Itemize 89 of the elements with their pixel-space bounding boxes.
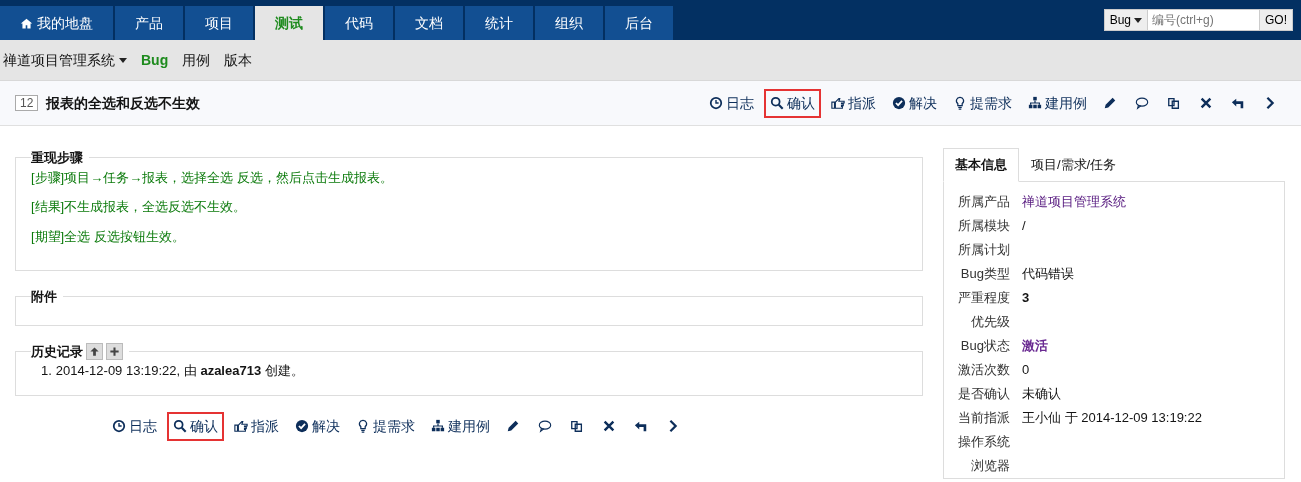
step-text: [步骤]项目→任务→报表，选择全选 反选，然后点击生成报表。 [31, 168, 394, 187]
up-arrow-icon [89, 345, 100, 357]
expand-button[interactable] [106, 342, 123, 360]
field-label: 激活次数 [957, 360, 1010, 379]
nav-tab[interactable]: 组织 [535, 6, 603, 40]
field-label: 是否确认 [957, 384, 1010, 403]
nav-tab[interactable]: 后台 [605, 6, 673, 40]
action-button[interactable]: 确认 [167, 411, 224, 441]
panel-tab[interactable]: 项目/需求/任务 [1019, 148, 1129, 182]
action-button[interactable]: 日志 [703, 88, 760, 118]
check-circle-icon [892, 96, 906, 110]
field-label: 浏览器 [970, 456, 1010, 475]
pencil-icon [1103, 96, 1117, 110]
action-button[interactable]: 建用例 [1022, 88, 1093, 118]
search-icon [173, 419, 187, 433]
go-button[interactable]: GO! [1260, 9, 1293, 31]
hierarchy-icon [431, 419, 445, 433]
nav-tab[interactable]: 测试 [255, 6, 323, 40]
sub-nav-link[interactable]: 用例 [182, 49, 211, 71]
section-legend: 历史记录 [31, 341, 83, 361]
field-label: 当前指派 [957, 408, 1010, 427]
product-link[interactable]: 禅道项目管理系统 [1022, 191, 1126, 212]
list-number: 1. [41, 362, 52, 380]
bulb-icon [953, 96, 967, 110]
check-circle-icon [295, 419, 309, 433]
bulb-icon [356, 419, 370, 433]
sub-nav-link[interactable]: 版本 [224, 49, 253, 71]
action-button[interactable]: 指派 [825, 88, 882, 118]
field-value: 激活 [1022, 336, 1048, 355]
caret-icon [1134, 17, 1142, 23]
product-dropdown[interactable]: 禅道项目管理系统 [3, 49, 127, 71]
comment-icon [538, 419, 552, 433]
panel-tab[interactable]: 基本信息 [943, 148, 1019, 182]
close-icon [1199, 96, 1213, 110]
field-label: 严重程度 [957, 288, 1010, 307]
field-label: 操作系统 [957, 432, 1010, 451]
action-button[interactable]: 解决 [289, 411, 346, 441]
field-label: Bug状态 [959, 336, 1010, 355]
back-arrow-icon [1231, 96, 1245, 110]
action-button[interactable]: 提需求 [947, 88, 1018, 118]
pencil-icon [506, 419, 520, 433]
nav-tab[interactable]: 我的地盘 [0, 6, 113, 40]
search-icon [770, 96, 784, 110]
thumb-icon [234, 419, 248, 433]
field-value: 王小仙 于 2014-12-09 13:19:22 [1022, 408, 1202, 427]
close-icon [602, 419, 616, 433]
home-icon [20, 16, 33, 30]
field-value: 未确认 [1022, 384, 1061, 403]
action-button[interactable]: 日志 [106, 411, 163, 441]
clock-icon [709, 96, 723, 110]
action-button[interactable]: 提需求 [350, 411, 421, 441]
field-label: Bug类型 [959, 264, 1010, 283]
collapse-button[interactable] [86, 342, 103, 360]
hierarchy-icon [1028, 96, 1042, 110]
field-value: 代码错误 [1022, 264, 1074, 283]
copy-icon [1167, 96, 1181, 110]
action-button[interactable]: 解决 [886, 88, 943, 118]
action-button[interactable]: 建用例 [425, 411, 496, 441]
field-label: 所属计划 [957, 240, 1010, 259]
sub-nav-link[interactable]: Bug [141, 49, 169, 71]
clock-icon [112, 419, 126, 433]
field-label: 优先级 [970, 312, 1010, 331]
back-arrow-icon [634, 419, 648, 433]
search-field[interactable]: 编号(ctrl+g) [1148, 9, 1260, 31]
copy-icon [570, 419, 584, 433]
thumb-icon [831, 96, 845, 110]
nav-tab[interactable]: 代码 [325, 6, 393, 40]
step-text: [期望]全选 反选按钮生效。 [31, 227, 186, 246]
nav-tab[interactable]: 项目 [185, 6, 253, 40]
plus-icon [109, 345, 120, 357]
section-legend: 重现步骤 [31, 148, 83, 168]
field-label: 所属模块 [957, 216, 1010, 235]
nav-tab[interactable]: 文档 [395, 6, 463, 40]
field-value: 0 [1022, 360, 1030, 379]
nav-tab[interactable]: 统计 [465, 6, 533, 40]
action-button[interactable]: 确认 [764, 88, 821, 118]
field-label: 所属产品 [957, 192, 1010, 211]
caret-icon [119, 57, 127, 63]
field-value: 3 [1022, 288, 1030, 307]
nav-tab[interactable]: 产品 [115, 6, 183, 40]
history-entry: 2014-12-09 13:19:22, 由 azalea713 创建。 [55, 362, 304, 380]
section-legend: 附件 [31, 287, 57, 307]
comment-icon [1135, 96, 1149, 110]
field-value: / [1022, 216, 1026, 235]
bug-id: 12 [15, 95, 39, 111]
search-type-dropdown[interactable]: Bug [1103, 9, 1148, 31]
step-text: [结果]不生成报表，全选反选不生效。 [31, 198, 248, 216]
action-button[interactable]: 指派 [228, 411, 285, 441]
bug-title: 报表的全选和反选不生效 [46, 93, 201, 113]
